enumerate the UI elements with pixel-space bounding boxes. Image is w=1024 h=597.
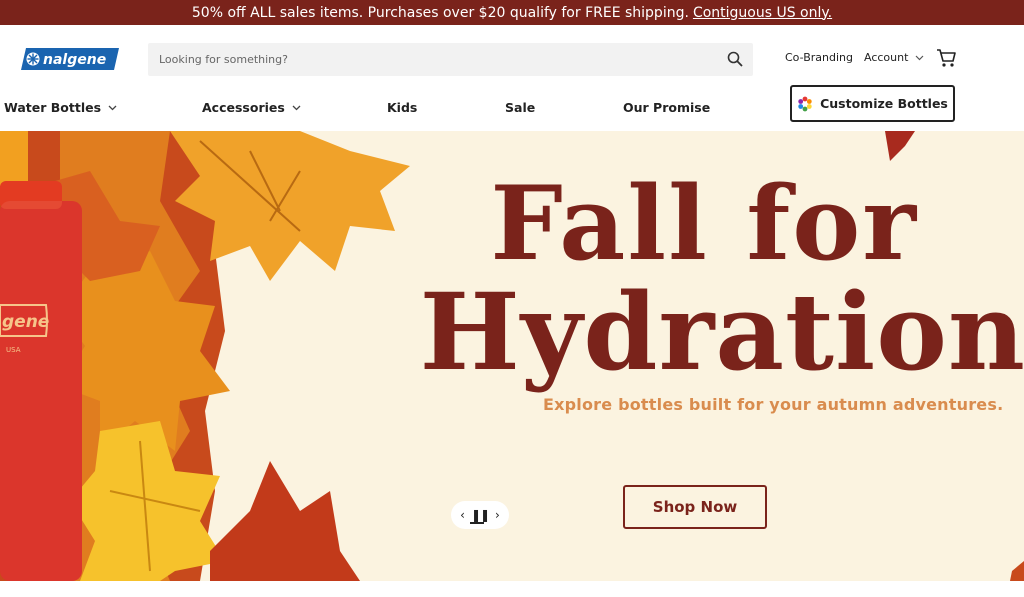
carousel-controls: ‹ ❚❚ › [451, 501, 509, 529]
chevron-down-icon [108, 105, 117, 110]
nav-item-our-promise[interactable]: Our Promise [623, 100, 710, 115]
search-input[interactable] [159, 53, 699, 66]
chevron-left-icon[interactable]: ‹ [460, 508, 465, 522]
hero-headline: Fall for Hydration [386, 171, 1024, 387]
customize-bottles-button[interactable]: Customize Bottles [790, 85, 955, 122]
promo-link[interactable]: Contiguous US only. [693, 5, 832, 21]
nav-label: Kids [387, 100, 418, 115]
chevron-down-icon [292, 105, 301, 110]
nav-label: Water Bottles [4, 100, 102, 115]
headline-line-2: Hydration [419, 269, 1024, 394]
customize-label: Customize Bottles [820, 96, 948, 111]
chevron-down-icon [915, 55, 924, 60]
pause-icon[interactable]: ❚❚ [471, 508, 490, 522]
logo-text: nalgene [43, 52, 106, 68]
hero-subhead: Explore bottles built for your autumn ad… [543, 395, 1004, 414]
main-nav: Water Bottles Accessories Kids Sale Our … [0, 85, 1024, 131]
cart-icon[interactable] [936, 48, 957, 68]
search-bar [148, 43, 753, 76]
account-menu[interactable]: Account [864, 51, 924, 64]
bottle-logo-text: gene [2, 312, 49, 332]
site-header: nalgene Co-Branding Account [0, 25, 1024, 93]
nav-label: Our Promise [623, 100, 711, 115]
carousel-progress [470, 522, 484, 524]
nav-item-kids[interactable]: Kids [387, 100, 417, 115]
nav-item-accessories[interactable]: Accessories [202, 100, 301, 115]
chevron-right-icon[interactable]: › [495, 508, 500, 522]
nav-item-sale[interactable]: Sale [505, 100, 535, 115]
bottle-small-text: USA [6, 346, 21, 354]
promo-banner: 50% off ALL sales items. Purchases over … [0, 0, 1024, 25]
page-bottom [0, 581, 1024, 597]
account-label: Account [864, 51, 909, 64]
search-icon[interactable] [727, 51, 743, 67]
promo-text: 50% off ALL sales items. Purchases over … [191, 4, 689, 21]
nav-label: Accessories [202, 100, 285, 115]
cobranding-label: Co-Branding [785, 51, 853, 64]
headline-line-1: Fall for [490, 164, 918, 284]
color-wheel-icon [798, 96, 812, 111]
shop-now-button[interactable]: Shop Now [623, 485, 767, 529]
nalgene-logo[interactable]: nalgene [20, 47, 120, 71]
hero-banner: gene USA Fall for Hydration Explore bott… [0, 131, 1024, 581]
nav-label: Sale [505, 100, 536, 115]
cobranding-link[interactable]: Co-Branding [785, 51, 853, 64]
nav-item-water-bottles[interactable]: Water Bottles [4, 100, 117, 115]
